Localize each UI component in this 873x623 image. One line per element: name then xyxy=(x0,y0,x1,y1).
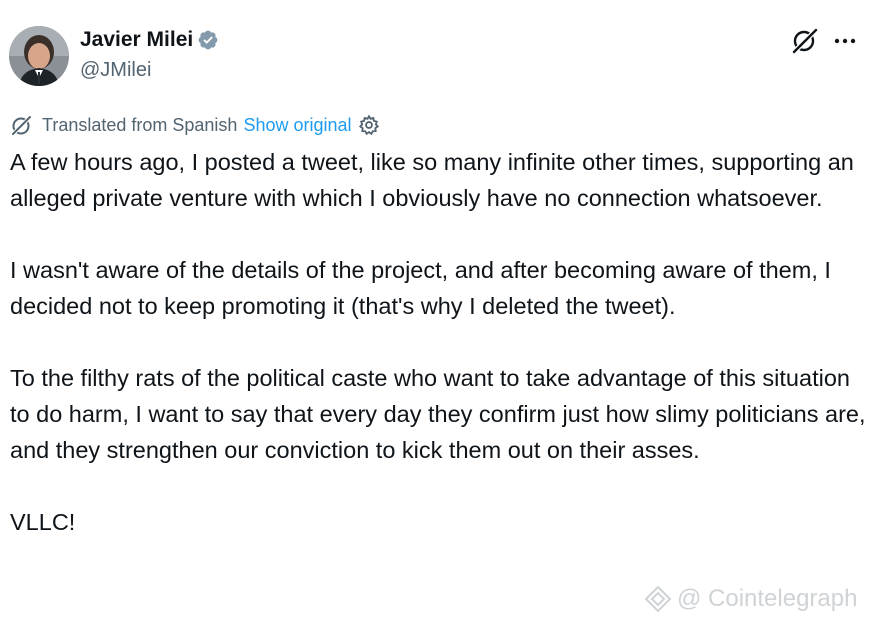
tweet-paragraph-2: I wasn't aware of the details of the pro… xyxy=(10,257,831,319)
tweet-paragraph-3: To the filthy rats of the political cast… xyxy=(10,365,866,463)
cointelegraph-logo-icon xyxy=(644,585,672,613)
avatar[interactable] xyxy=(9,26,69,86)
tweet-paragraph-4: VLLC! xyxy=(10,509,76,535)
translation-bar: Translated from Spanish Show original xyxy=(10,113,380,137)
watermark-text: @ Cointelegraph xyxy=(677,585,858,612)
verified-badge-icon xyxy=(198,30,218,50)
avatar-image xyxy=(9,26,69,86)
translate-icon xyxy=(10,114,33,137)
tweet-paragraph-1: A few hours ago, I posted a tweet, like … xyxy=(10,149,854,211)
more-icon[interactable] xyxy=(830,26,860,56)
show-original-link[interactable]: Show original xyxy=(243,115,351,136)
author-display-name[interactable]: Javier Milei xyxy=(80,28,193,52)
cointelegraph-watermark: @ Cointelegraph xyxy=(643,584,857,614)
tweet-text: A few hours ago, I posted a tweet, like … xyxy=(10,144,870,540)
author-handle[interactable]: @JMilei xyxy=(80,59,151,82)
author-name-row: Javier Milei xyxy=(80,28,219,52)
gear-icon[interactable] xyxy=(358,114,380,136)
translation-label: Translated from Spanish xyxy=(42,114,238,135)
grok-icon[interactable] xyxy=(790,26,820,56)
